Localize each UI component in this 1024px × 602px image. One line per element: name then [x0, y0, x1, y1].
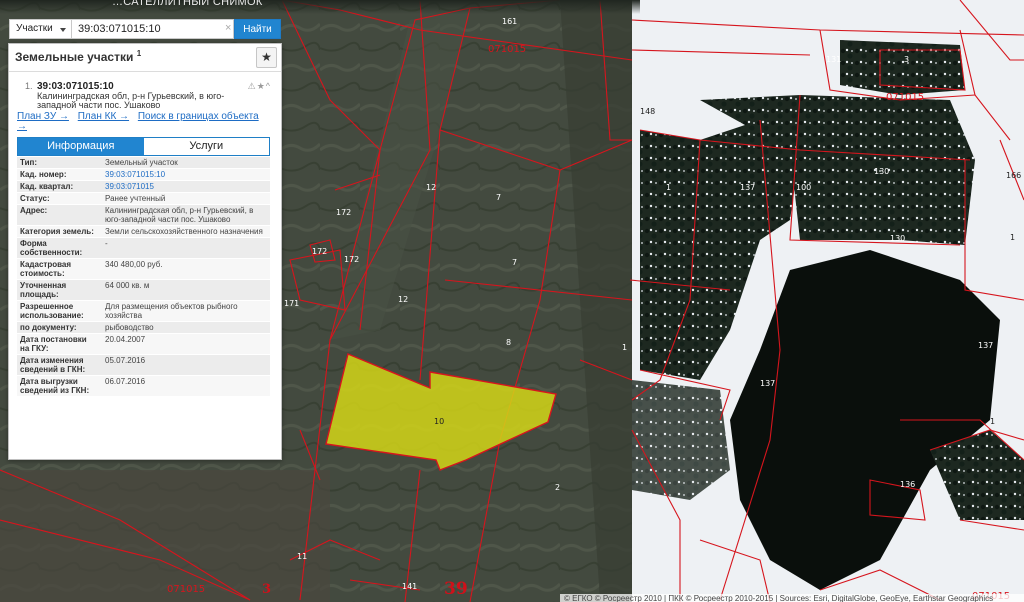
parcel-label: 1: [1010, 233, 1015, 242]
cad-number-link[interactable]: 39:03:071015:10: [99, 169, 270, 180]
parcel-label: 1: [666, 183, 671, 192]
parcel-label: 7: [512, 258, 517, 267]
info-row-registration-date: Дата постановки на ГКУ: 20.04.2007: [17, 334, 270, 355]
tab-services[interactable]: Услуги: [143, 138, 269, 155]
info-table: Тип: Земельный участок Кад. номер: 39:03:0…: [17, 157, 270, 457]
parcel-label: 130: [890, 234, 905, 243]
info-row-change-date: Дата изменения сведений в ГКН: 05.07.2016: [17, 355, 270, 376]
map-top-overlay: [0, 0, 640, 14]
search-input[interactable]: [71, 19, 234, 39]
info-row-type: Тип: Земельный участок: [17, 157, 270, 169]
parcel-label: 3: [262, 582, 271, 597]
result-address: Калининградская обл, р-н Гурьевский, в ю…: [37, 91, 225, 110]
info-row-address: Адрес: Калининградская обл, р-н Гурьевски…: [17, 205, 270, 226]
parcel-label: 137: [760, 379, 775, 388]
info-row-land-category: Категория земель: Земли сельскохозяйствен…: [17, 226, 270, 238]
result-tools-icons[interactable]: ⚠★^: [248, 81, 271, 92]
plan-kk-link[interactable]: План КК →: [78, 111, 129, 122]
info-row-by-document: по документу: рыбоводство: [17, 322, 270, 334]
quarter-label: 071015: [886, 92, 924, 103]
parcel-label: 137: [740, 183, 755, 192]
parcel-label: 172: [344, 255, 359, 264]
map-attribution: © ЕГКО © Росреестр 2010 | ПКК © Росреест…: [560, 594, 1024, 602]
parcel-label: 8: [506, 338, 511, 347]
info-row-export-date: Дата выгрузки сведений из ГКН: 06.07.2016: [17, 376, 270, 397]
clear-icon[interactable]: ×: [225, 22, 231, 34]
parcel-label: 2: [555, 483, 560, 492]
star-icon: ★: [261, 50, 272, 64]
district-label: 39: [444, 579, 468, 599]
result-index: 1.: [25, 81, 33, 91]
parcel-label: 161: [502, 17, 517, 26]
map-title: …САТЕЛЛИТНЫЙ СНИМОК: [112, 0, 263, 8]
parcel-label: 11: [297, 552, 307, 561]
parcel-label: 7: [496, 193, 501, 202]
info-row-area: Уточненная площадь: 64 000 кв. м: [17, 280, 270, 301]
results-panel: Земельные участки 1 ★ 1. 39:03:071015:10…: [8, 43, 282, 460]
panel-title: Земельные участки 1: [15, 49, 142, 64]
find-button[interactable]: Найти: [234, 19, 281, 39]
info-row-ownership: Форма собственности: -: [17, 238, 270, 259]
info-row-cad-quarter: Кад. квартал: 39:03:071015: [17, 181, 270, 193]
chevron-down-icon: [60, 28, 66, 32]
info-row-cad-number: Кад. номер: 39:03:071015:10: [17, 169, 270, 181]
search-bar: Участки × Найти: [9, 19, 281, 39]
object-type-select[interactable]: Участки: [9, 19, 71, 39]
tab-information[interactable]: Информация: [18, 138, 144, 155]
parcel-label: 171: [284, 299, 299, 308]
parcel-label: 137: [978, 341, 993, 350]
panel-header: Земельные участки 1 ★: [9, 44, 281, 72]
info-row-permitted-use: Разрешенное использование: Для размещения…: [17, 301, 270, 322]
info-row-status: Статус: Ранее учтенный: [17, 193, 270, 205]
panel-tabs: Информация Услуги: [17, 137, 270, 156]
parcel-label: 100: [796, 183, 811, 192]
result-count: 1: [136, 49, 142, 58]
parcel-label: 166: [1006, 171, 1021, 180]
info-row-cadastral-value: Кадастровая стоимость: 340 480,00 руб.: [17, 259, 270, 280]
parcel-label: 141: [402, 582, 417, 591]
parcel-label: 3: [904, 55, 909, 64]
field-lower-area: [0, 470, 330, 602]
parcel-label: 130: [874, 167, 889, 176]
parcel-label: 148: [640, 107, 655, 116]
parcel-label: 131: [826, 55, 841, 64]
quarter-label: 071015: [167, 584, 205, 595]
quarter-label: 071015: [488, 44, 526, 55]
parcel-label: 12: [426, 183, 436, 192]
parcel-label: 172: [312, 247, 327, 256]
parcel-label: 172: [336, 208, 351, 217]
parcel-label: 1: [622, 343, 627, 352]
selected-parcel-label: 10: [434, 417, 444, 426]
object-type-value: Участки: [16, 23, 53, 34]
parcel-label: 1: [990, 417, 995, 426]
parcel-label: 136: [900, 480, 915, 489]
result-links: План ЗУ → План КК → Поиск в границах объ…: [17, 112, 273, 132]
favorites-button[interactable]: ★: [256, 47, 277, 68]
cad-quarter-link[interactable]: 39:03:071015: [99, 181, 270, 192]
parcel-label: 12: [398, 295, 408, 304]
